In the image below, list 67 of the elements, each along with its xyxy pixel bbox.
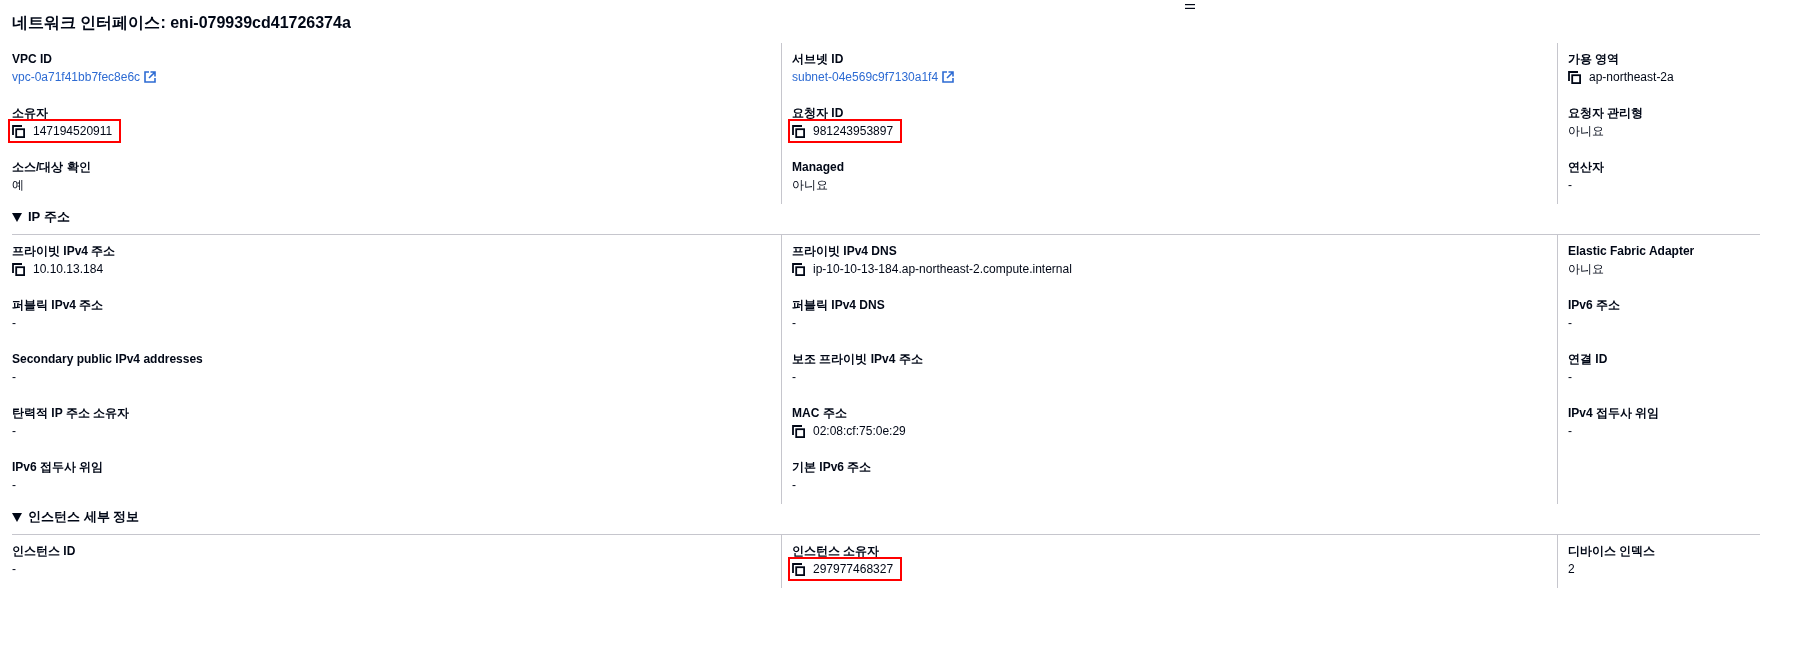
field-value: - bbox=[12, 423, 16, 440]
copy-icon[interactable] bbox=[792, 124, 805, 138]
copy-icon[interactable] bbox=[792, 562, 805, 576]
field-label: VPC ID bbox=[12, 51, 52, 68]
field-label: 퍼블릭 IPv4 DNS bbox=[792, 297, 885, 314]
field-value: 297977468327 bbox=[813, 561, 894, 578]
field-value: - bbox=[1568, 315, 1572, 332]
field-value: 아니요 bbox=[1568, 261, 1604, 278]
field-label: Secondary public IPv4 addresses bbox=[12, 351, 203, 368]
field-value: - bbox=[12, 561, 16, 578]
field-label: 프라이빗 IPv4 DNS bbox=[792, 243, 897, 260]
field-value: - bbox=[12, 477, 16, 494]
field-value: 아니요 bbox=[792, 177, 828, 194]
field-value: 02:08:cf:75:0e:29 bbox=[813, 423, 906, 440]
field-label: 요청자 ID bbox=[792, 105, 844, 122]
section-toggle[interactable]: IP 주소 bbox=[12, 208, 70, 226]
field-value: 2 bbox=[1568, 561, 1575, 578]
copy-icon[interactable] bbox=[792, 262, 805, 276]
field-label: 서브넷 ID bbox=[792, 51, 844, 68]
copy-icon[interactable] bbox=[1568, 70, 1581, 84]
copy-icon[interactable] bbox=[792, 424, 805, 438]
link[interactable]: vpc-0a71f41bb7fec8e6c bbox=[12, 68, 157, 86]
field-label: 프라이빗 IPv4 주소 bbox=[12, 243, 116, 260]
field-label: IPv6 접두사 위임 bbox=[12, 459, 104, 476]
field-label: 소유자 bbox=[12, 105, 48, 122]
field-label: 퍼블릭 IPv4 주소 bbox=[12, 297, 104, 314]
external-link-icon[interactable] bbox=[144, 71, 157, 83]
external-link-icon[interactable] bbox=[942, 71, 955, 83]
field-label: 인스턴스 ID bbox=[12, 543, 76, 560]
field-value: 981243953897 bbox=[813, 123, 894, 140]
caret-down-icon[interactable] bbox=[12, 512, 22, 522]
field-label: IPv6 주소 bbox=[1568, 297, 1621, 314]
field-value: - bbox=[792, 315, 796, 332]
field-value: - bbox=[792, 369, 796, 386]
field-label: 소스/대상 확인 bbox=[12, 159, 91, 176]
field-label: 탄력적 IP 주소 소유자 bbox=[12, 405, 130, 422]
field-label: 인스턴스 소유자 bbox=[792, 543, 880, 560]
field-label: MAC 주소 bbox=[792, 405, 847, 422]
field-value: - bbox=[1568, 369, 1572, 386]
field-value: 10.10.13.184 bbox=[33, 261, 104, 278]
section-toggle[interactable]: 인스턴스 세부 정보 bbox=[12, 508, 140, 526]
field-value: 147194520911 bbox=[33, 123, 113, 140]
page-title: 네트워크 인터페이스: eni-079939cd41726374a bbox=[12, 13, 352, 33]
field-label: IPv4 접두사 위임 bbox=[1568, 405, 1660, 422]
field-value: - bbox=[1568, 177, 1572, 194]
caret-down-icon[interactable] bbox=[12, 212, 22, 222]
field-value: ip-10-10-13-184.ap-northeast-2.compute.internal bbox=[813, 261, 1072, 278]
field-value: 아니요 bbox=[1568, 123, 1604, 140]
field-label: 연결 ID bbox=[1568, 351, 1608, 368]
field-value: - bbox=[12, 369, 16, 386]
field-value: - bbox=[792, 477, 796, 494]
field-value: ap-northeast-2a bbox=[1589, 69, 1674, 86]
field-label: 디바이스 인덱스 bbox=[1568, 543, 1656, 560]
field-label: Managed bbox=[792, 159, 844, 176]
field-label: 요청자 관리형 bbox=[1568, 105, 1644, 122]
field-value: 예 bbox=[12, 177, 24, 194]
field-label: 기본 IPv6 주소 bbox=[792, 459, 872, 476]
field-label: Elastic Fabric Adapter bbox=[1568, 243, 1695, 260]
copy-icon[interactable] bbox=[12, 124, 25, 138]
drag-handle-icon[interactable] bbox=[1185, 3, 1195, 9]
copy-icon[interactable] bbox=[12, 262, 25, 276]
field-label: 연산자 bbox=[1568, 159, 1604, 176]
field-value: - bbox=[12, 315, 16, 332]
field-value: - bbox=[1568, 423, 1572, 440]
field-label: 가용 영역 bbox=[1568, 51, 1620, 68]
link[interactable]: subnet-04e569c9f7130a1f4 bbox=[792, 68, 955, 86]
field-label: 보조 프라이빗 IPv4 주소 bbox=[792, 351, 923, 368]
